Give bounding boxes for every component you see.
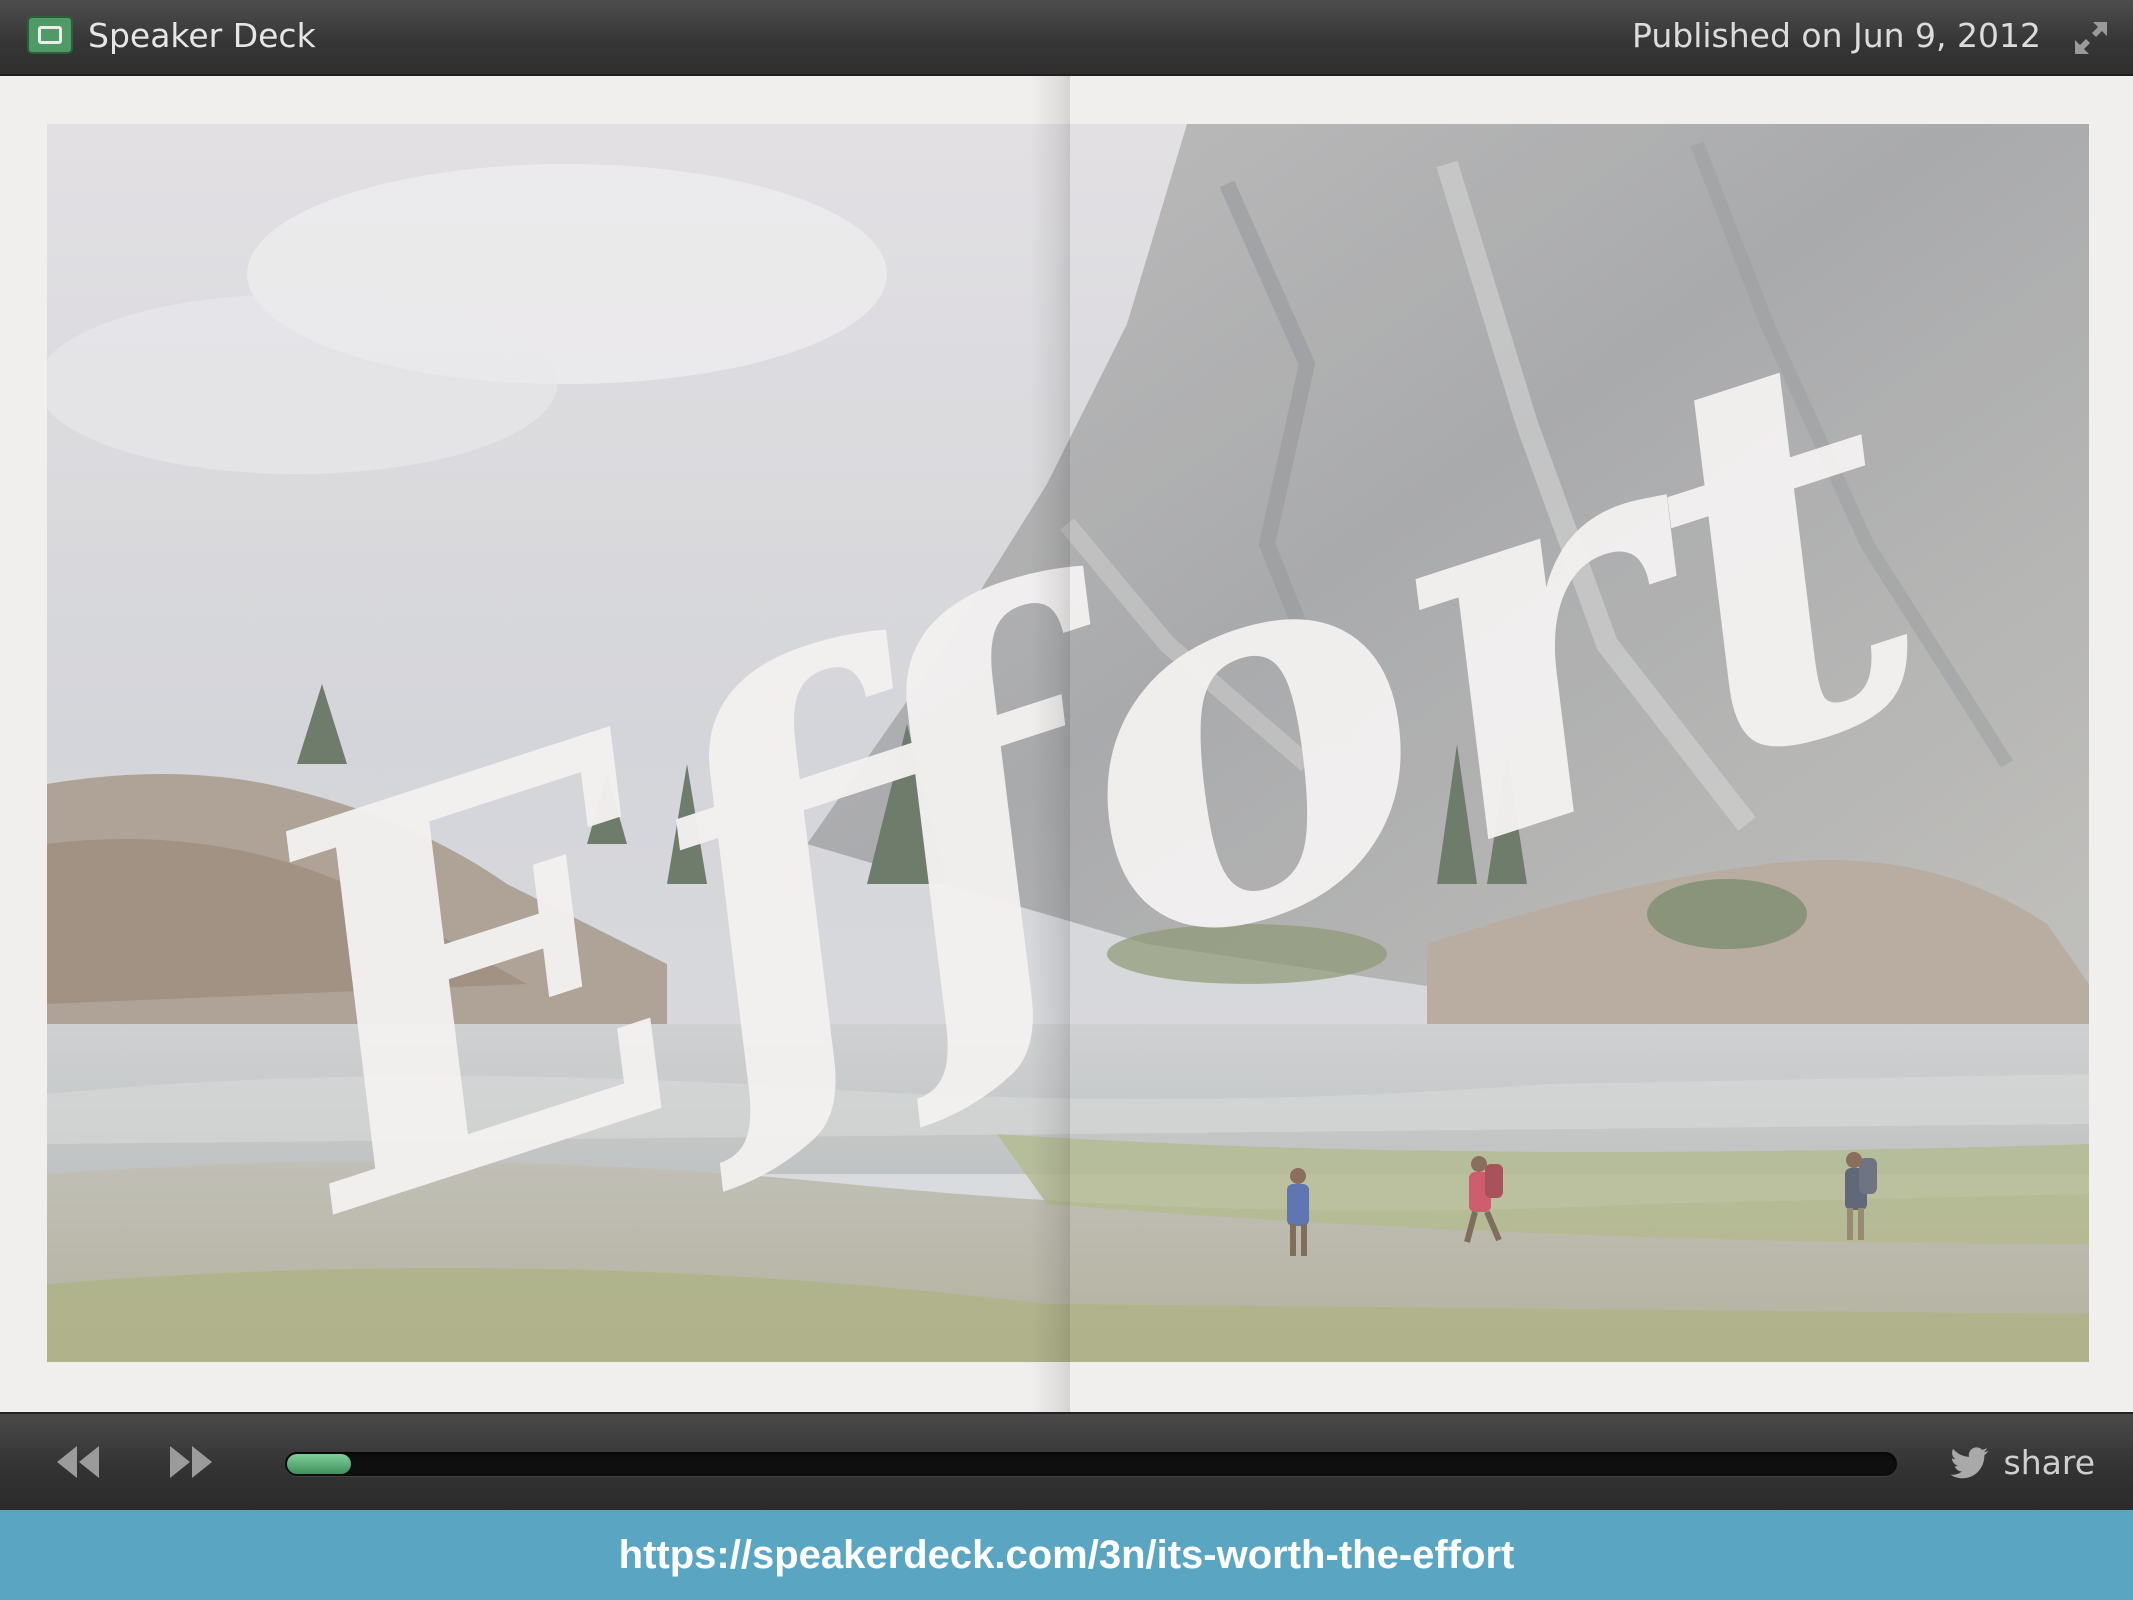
share-label: share (2003, 1443, 2095, 1482)
share-button[interactable]: share (1950, 1438, 2095, 1488)
fullscreen-expand-icon[interactable] (2073, 20, 2109, 56)
url-banner: https://speakerdeck.com/3n/its-worth-the… (0, 1510, 2133, 1600)
page-fold-shadow (1030, 76, 1070, 1412)
playback-controls: share (0, 1412, 2133, 1510)
app-title[interactable]: Speaker Deck (88, 14, 316, 58)
rewind-icon[interactable] (55, 1442, 101, 1482)
slide-stage: Effort (0, 76, 2133, 1412)
speakerdeck-viewer: Speaker Deck Published on Jun 9, 2012 Ef… (0, 0, 2133, 1600)
deck-url-link[interactable]: https://speakerdeck.com/3n/its-worth-the… (619, 1510, 1515, 1600)
twitter-bird-icon (1950, 1447, 1988, 1479)
published-date: Published on Jun 9, 2012 (1632, 16, 2041, 55)
speakerdeck-logo-icon[interactable] (27, 16, 73, 54)
top-bar: Speaker Deck Published on Jun 9, 2012 (0, 0, 2133, 76)
slide-progress-fill (287, 1454, 352, 1474)
fast-forward-icon[interactable] (168, 1442, 214, 1482)
slide-headline: Effort (178, 225, 1987, 1333)
slide-progress-bar[interactable] (285, 1452, 1897, 1476)
